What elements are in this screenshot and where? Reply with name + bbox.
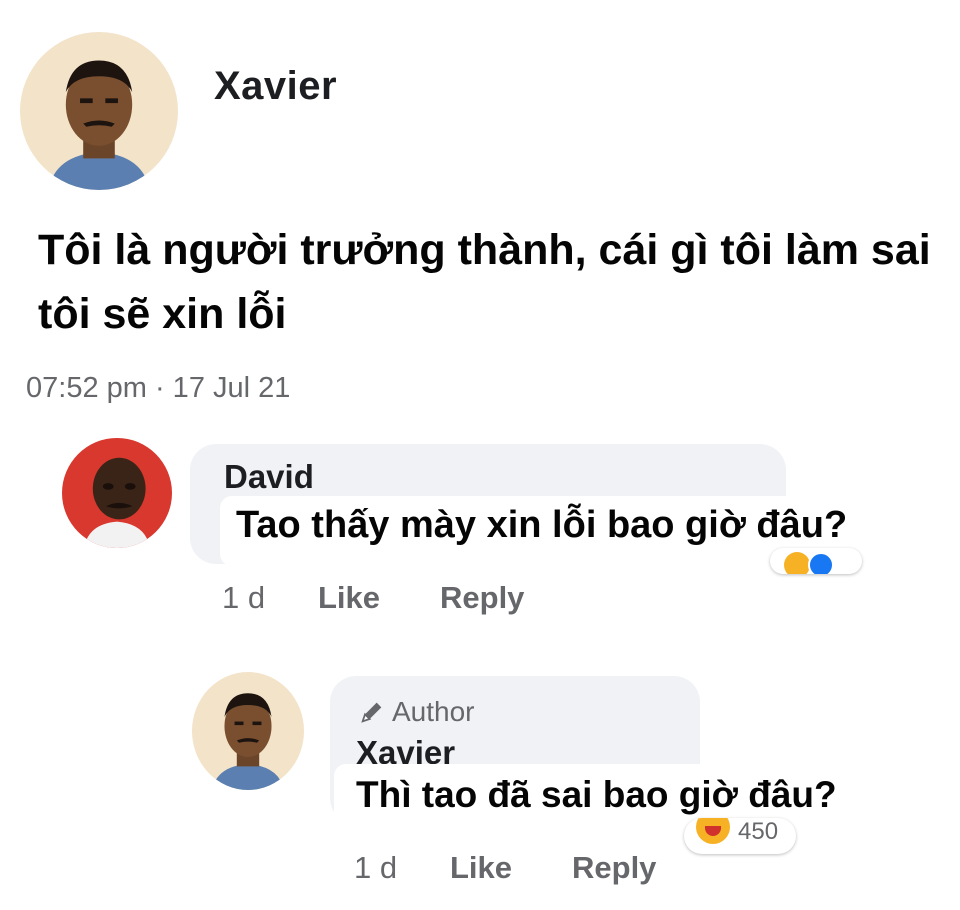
post-author-name[interactable]: Xavier (214, 64, 337, 109)
comment-author-name[interactable]: David (224, 458, 314, 496)
pencil-icon (361, 702, 382, 723)
avatar-photo (192, 672, 304, 790)
comment-time: 1 d (222, 580, 266, 615)
post-timestamp: 07:52 pm · 17 Jul 21 (26, 372, 291, 404)
comment-avatar-david[interactable] (62, 438, 172, 548)
comment-time: 1 d (354, 850, 398, 885)
haha-reaction-icon (696, 818, 730, 844)
avatar-photo (62, 438, 172, 548)
comment-actions: 1 d Like Reply (222, 580, 524, 616)
avatar-photo (20, 32, 178, 190)
comment-avatar-xavier[interactable] (192, 672, 304, 790)
reply-button[interactable]: Reply (440, 580, 524, 616)
reply-button[interactable]: Reply (572, 850, 656, 886)
reaction-summary[interactable] (770, 548, 862, 574)
author-badge-label: Author (392, 696, 475, 727)
author-badge: Author (358, 696, 475, 728)
like-button[interactable]: Like (450, 850, 572, 886)
reaction-summary[interactable]: 450 (684, 818, 796, 854)
comment-actions: 1 d Like Reply (354, 850, 656, 886)
like-button[interactable]: Like (318, 580, 440, 616)
haha-reaction-icon (784, 552, 810, 574)
reaction-count: 450 (738, 818, 779, 845)
post-author-avatar[interactable] (20, 32, 178, 190)
post-text: Tôi là người trưởng thành, cái gì tôi là… (38, 226, 931, 338)
like-reaction-icon (808, 552, 834, 574)
comment-text: Thì tao đã sai bao giờ đâu? (356, 774, 837, 815)
comment-text: Tao thấy mày xin lỗi bao giờ đâu? (236, 504, 848, 546)
